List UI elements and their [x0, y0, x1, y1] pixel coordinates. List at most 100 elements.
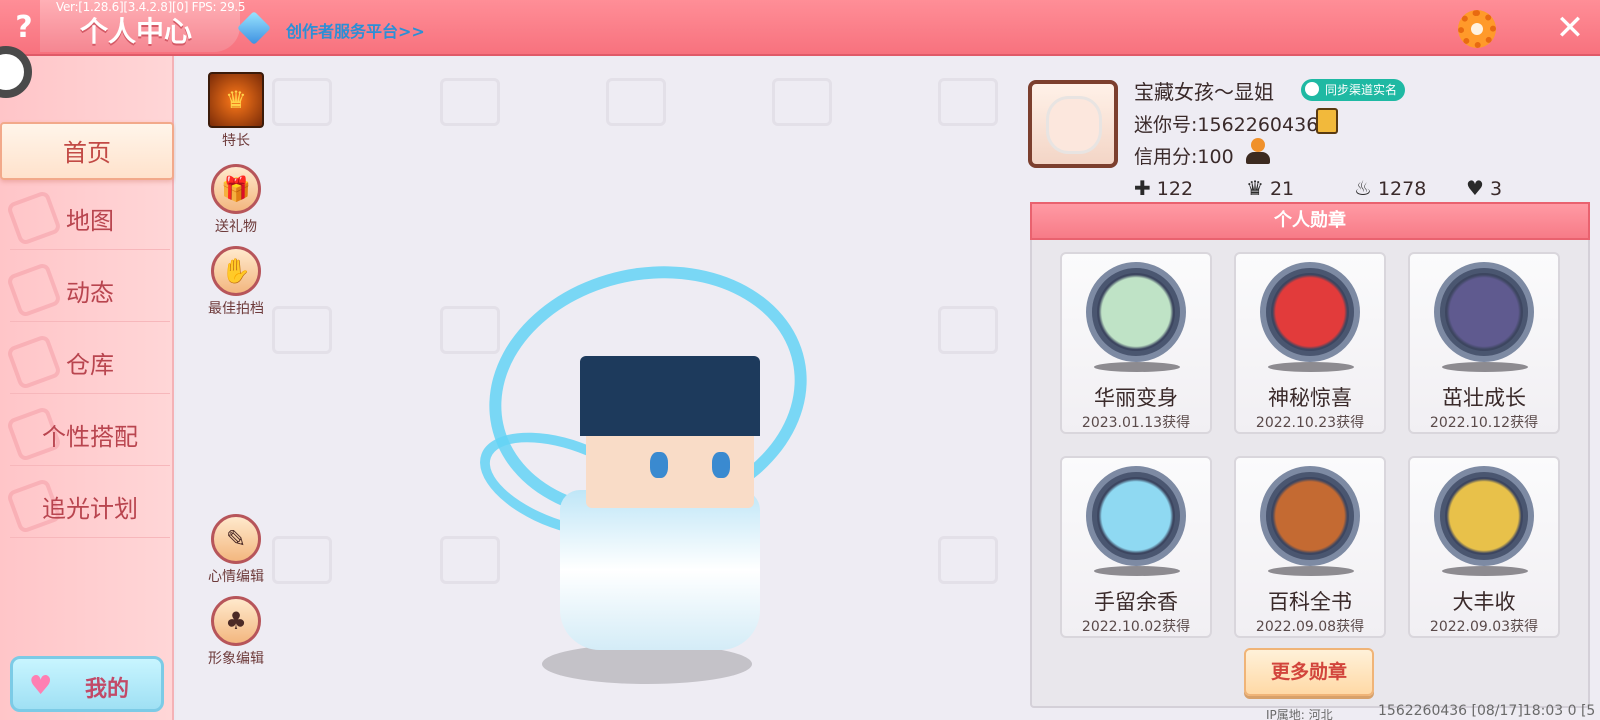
sidebar-item-map[interactable]: 地图: [10, 192, 170, 250]
watermark-icon: [272, 78, 332, 126]
heart-icon: ♥: [29, 671, 53, 701]
talent-label: 特长: [222, 133, 250, 149]
page-title: 个人中心: [80, 15, 193, 48]
medal-shadow: [1442, 566, 1528, 576]
outfit-icon: ♣: [211, 596, 261, 646]
watermark-icon: [440, 306, 500, 354]
outfit-edit-label: 形象编辑: [208, 651, 264, 667]
medal-gift-icon: [1260, 262, 1360, 362]
watermark-icon: [772, 78, 832, 126]
medal-card[interactable]: 百科全书 2022.09.08获得: [1234, 456, 1386, 638]
mini-id: 迷你号:1562260436: [1134, 114, 1319, 136]
gift-icon: 🎁: [211, 164, 261, 214]
heart-icon: ♥: [1466, 176, 1484, 200]
close-icon[interactable]: ✕: [1550, 8, 1590, 48]
medal-date: 2022.10.12获得: [1429, 415, 1539, 431]
avatar[interactable]: [1028, 80, 1118, 168]
send-gift-action[interactable]: 🎁 送礼物: [204, 164, 268, 236]
medal-name: 茁壮成长: [1442, 386, 1526, 410]
stat-fans[interactable]: ♛ 21: [1246, 176, 1294, 200]
mood-edit-action[interactable]: ✎ 心情编辑: [204, 514, 268, 586]
watermark-icon: [938, 536, 998, 584]
stat-popularity-value: 1278: [1377, 178, 1427, 200]
medal-date: 2022.10.23获得: [1255, 415, 1365, 431]
creator-cube-icon[interactable]: [237, 11, 271, 45]
watermark-icon: [440, 78, 500, 126]
medal-card[interactable]: 茁壮成长 2022.10.12获得: [1408, 252, 1560, 434]
watermark-icon: [606, 78, 666, 126]
medal-card[interactable]: 大丰收 2022.09.03获得: [1408, 456, 1560, 638]
sidebar-item-chase-light[interactable]: 追光计划: [10, 480, 170, 538]
watermark-icon: [272, 306, 332, 354]
mood-edit-label: 心情编辑: [208, 569, 264, 585]
medal-harvest-icon: [1434, 466, 1534, 566]
ip-location: IP属地: 河北: [1266, 708, 1333, 720]
medal-shadow: [1442, 362, 1528, 372]
fire-icon: ♨: [1354, 176, 1372, 200]
watermark-icon: [440, 536, 500, 584]
character-eye: [712, 452, 730, 478]
medal-shadow: [1268, 362, 1354, 372]
medal-shadow: [1094, 362, 1180, 372]
medal-card[interactable]: 手留余香 2022.10.02获得: [1060, 456, 1212, 638]
character-shadow: [542, 644, 752, 684]
follow-icon: ✚: [1134, 176, 1151, 200]
medal-date: 2022.09.03获得: [1429, 619, 1539, 635]
gear-icon[interactable]: [1458, 10, 1496, 48]
medal-panel-title: 个人勋章: [1030, 202, 1590, 240]
sync-realname-badge[interactable]: 同步渠道实名: [1301, 79, 1406, 101]
mine-button[interactable]: ♥ 我的: [10, 656, 164, 712]
handshake-icon: ✋: [211, 246, 261, 296]
sidebar-item-feed[interactable]: 动态: [10, 264, 170, 322]
watermark-icon: [938, 306, 998, 354]
version-info: Ver:[1.28.6][3.4.2.8][0] FPS: 29.5: [56, 0, 246, 14]
sidebar: 首页 地图 动态 仓库 个性搭配 追光计划: [0, 56, 174, 720]
credit-score: 信用分:100: [1134, 146, 1234, 168]
best-partner-label: 最佳拍档: [208, 301, 264, 317]
edit-icon: ✎: [211, 514, 261, 564]
medal-name: 华丽变身: [1094, 386, 1178, 410]
character-hair: [580, 356, 760, 436]
character-eye: [650, 452, 668, 478]
medal-date: 2022.09.08获得: [1255, 619, 1365, 635]
medal-fragrance-icon: [1086, 466, 1186, 566]
medal-encyclopedia-icon: [1260, 466, 1360, 566]
help-button[interactable]: ?: [6, 10, 42, 46]
medal-transform-icon: [1086, 262, 1186, 362]
medal-card[interactable]: 神秘惊喜 2022.10.23获得: [1234, 252, 1386, 434]
best-partner-action[interactable]: ✋ 最佳拍档: [204, 246, 268, 318]
character-body[interactable]: [560, 490, 760, 650]
stat-follow[interactable]: ✚ 122: [1134, 176, 1193, 200]
medal-date: 2023.01.13获得: [1081, 415, 1191, 431]
sidebar-item-warehouse[interactable]: 仓库: [10, 336, 170, 394]
stat-popularity[interactable]: ♨ 1278: [1354, 176, 1426, 200]
talent-icon: ♛: [208, 72, 264, 128]
avatar-face: [1046, 96, 1102, 154]
more-medals-button[interactable]: 更多勋章: [1244, 648, 1374, 696]
watermark-icon: [272, 536, 332, 584]
medal-shadow: [1094, 566, 1180, 576]
nickname: 宝藏女孩～显姐: [1134, 80, 1274, 104]
watermark-icon: [938, 78, 998, 126]
sidebar-item-home[interactable]: 首页: [0, 122, 174, 180]
stat-fans-value: 21: [1269, 178, 1295, 200]
medal-date: 2022.10.02获得: [1081, 619, 1191, 635]
creator-platform-link[interactable]: 创作者服务平台>>: [286, 18, 425, 42]
mine-label: 我的: [85, 677, 130, 702]
medal-name: 百科全书: [1268, 590, 1352, 614]
medal-card[interactable]: 华丽变身 2023.01.13获得: [1060, 252, 1212, 434]
credit-user-icon[interactable]: [1244, 138, 1272, 166]
medal-growth-icon: [1434, 262, 1534, 362]
sidebar-item-style[interactable]: 个性搭配: [10, 408, 170, 466]
copy-icon[interactable]: [1316, 108, 1338, 134]
medal-name: 神秘惊喜: [1268, 386, 1352, 410]
medal-shadow: [1268, 566, 1354, 576]
talent-action[interactable]: ♛ 特长: [204, 72, 268, 150]
stat-follow-value: 122: [1156, 178, 1194, 200]
medal-name: 大丰收: [1452, 590, 1516, 614]
outfit-edit-action[interactable]: ♣ 形象编辑: [204, 596, 268, 668]
footer-info: 1562260436 [08/17]18:03 0 [5: [1378, 703, 1596, 719]
fans-icon: ♛: [1246, 176, 1264, 200]
stat-likes-value: 3: [1489, 178, 1503, 200]
stat-likes[interactable]: ♥ 3: [1466, 176, 1502, 200]
